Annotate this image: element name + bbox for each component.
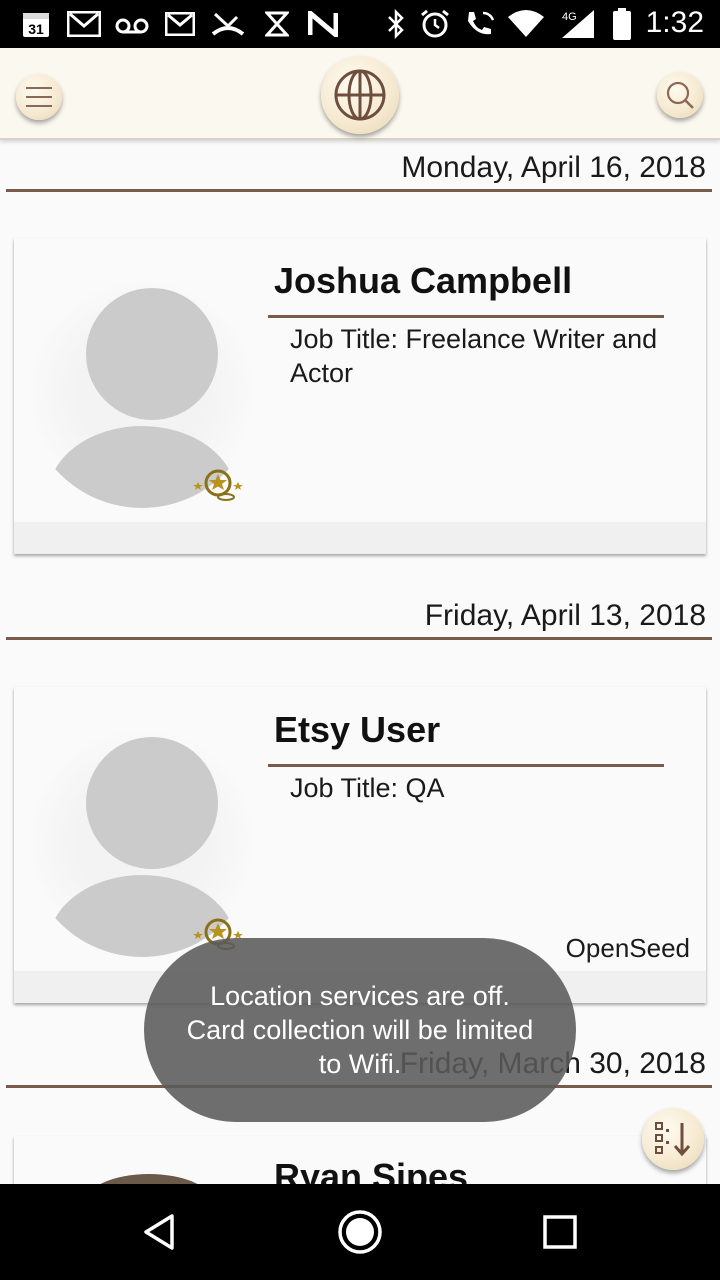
navigation-bar <box>0 1184 720 1280</box>
wifi-calling-icon <box>462 8 498 40</box>
clock: 1:32 <box>645 6 704 39</box>
name-divider <box>268 764 664 767</box>
search-icon <box>666 81 694 109</box>
sort-button[interactable] <box>642 1108 704 1170</box>
contact-card[interactable]: Joshua Campbell Job Title: Freelance Wri… <box>14 238 706 554</box>
date-label: Monday, April 16, 2018 <box>401 151 706 184</box>
menu-button[interactable] <box>16 74 62 120</box>
card-footer <box>14 522 706 554</box>
signal-icon: 4G <box>556 8 600 40</box>
contact-name: Joshua Campbell <box>274 260 573 301</box>
bluetooth-icon <box>384 8 408 40</box>
network-type: 4G <box>562 11 577 23</box>
app-header <box>0 48 720 140</box>
home-circle-icon <box>338 1210 382 1254</box>
avatar-head <box>86 288 218 420</box>
recents-square-icon <box>543 1215 577 1249</box>
search-button[interactable] <box>657 72 703 118</box>
job-title: Job Title: QA <box>290 773 445 803</box>
globe-icon <box>334 69 386 121</box>
screen: 31 4G 1:32 Monday, April 16, 2018 Joshua… <box>0 0 720 1280</box>
home-button[interactable] <box>332 1204 388 1260</box>
calendar-day: 31 <box>28 21 44 37</box>
calendar-icon: 31 <box>20 8 52 40</box>
contact-name: Etsy User <box>274 709 441 750</box>
organization: OpenSeed <box>565 933 690 963</box>
name-divider <box>268 315 664 318</box>
gmail-icon-2 <box>162 8 198 40</box>
voicemail-icon <box>114 8 150 40</box>
recents-button[interactable] <box>532 1204 588 1260</box>
back-button[interactable] <box>132 1204 188 1260</box>
status-bar: 31 4G 1:32 <box>0 0 720 48</box>
date-header: Monday, April 16, 2018 <box>6 146 712 192</box>
avatar-head <box>86 737 218 869</box>
location-toast: Location services are off. Card collecti… <box>144 938 576 1122</box>
back-triangle-icon <box>144 1214 174 1250</box>
sort-descending-icon <box>655 1122 691 1157</box>
alarm-icon <box>418 8 452 40</box>
gmail-icon <box>66 8 102 40</box>
date-header: Friday, April 13, 2018 <box>6 594 712 640</box>
n-icon <box>306 8 340 40</box>
wifi-icon <box>506 8 546 40</box>
date-label: Friday, April 13, 2018 <box>424 599 706 632</box>
job-title: Job Title: Freelance Writer and Actor <box>290 324 658 388</box>
hourglass-icon <box>262 8 292 40</box>
hamburger-icon <box>26 87 52 107</box>
battery-icon <box>612 8 632 40</box>
globe-logo-button[interactable] <box>321 56 399 134</box>
missed-call-icon <box>210 8 246 40</box>
star-badge-icon <box>193 469 243 501</box>
